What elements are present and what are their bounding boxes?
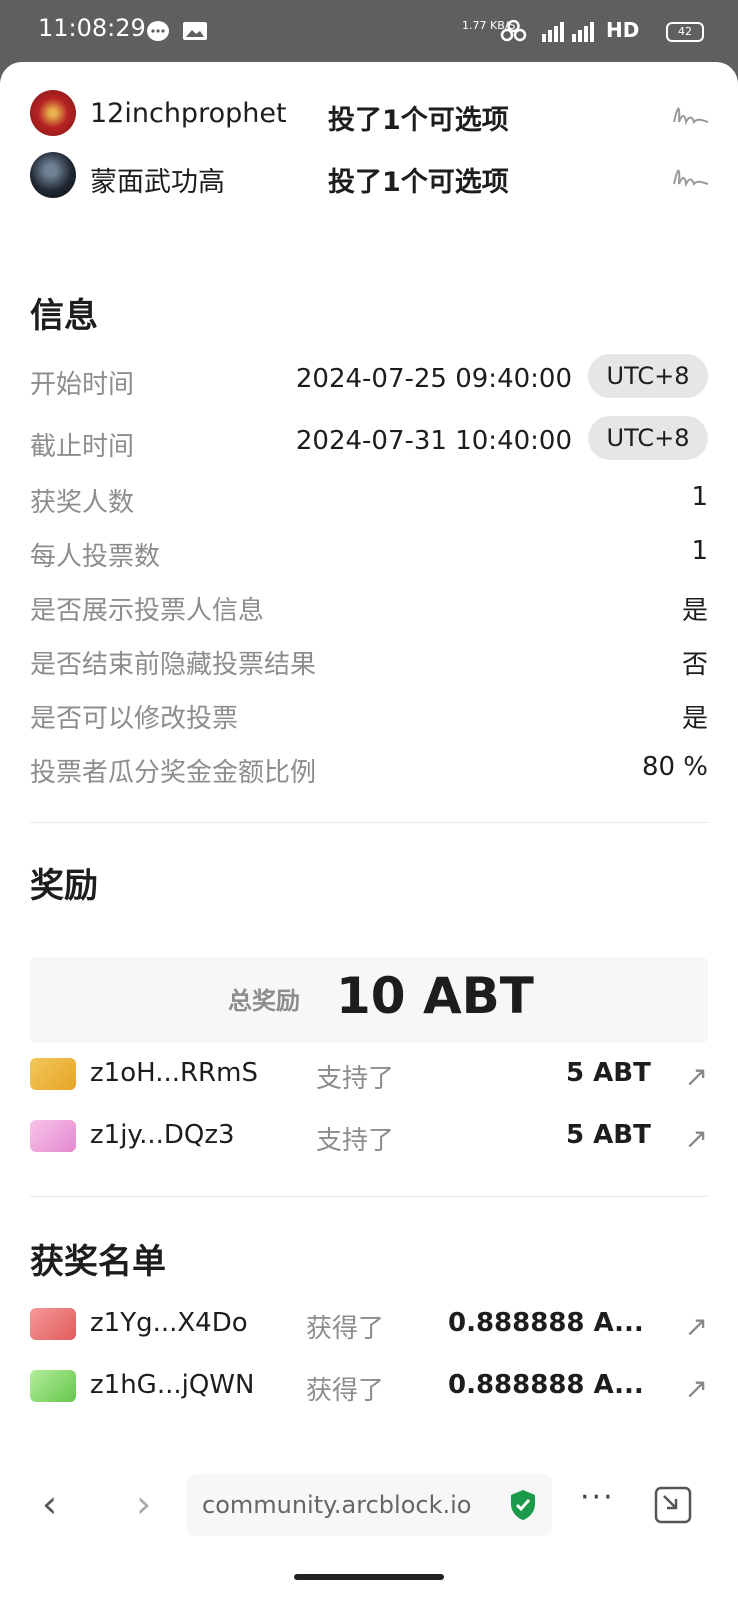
browser-toolbar: ‹ › community.arcblock.io ··· bbox=[0, 1460, 738, 1600]
home-indicator[interactable] bbox=[294, 1574, 444, 1580]
winner-address[interactable]: z1hG...jQWN bbox=[90, 1370, 254, 1400]
supporter-row[interactable]: z1oH...RRmS 支持了 5 ABT ↗ bbox=[30, 1056, 708, 1096]
info-label: 开始时间 bbox=[30, 370, 135, 400]
info-row-start-time: 开始时间 2024-07-25 09:40:00 UTC+8 bbox=[30, 354, 708, 400]
supporter-verb: 支持了 bbox=[316, 1126, 395, 1156]
winner-verb: 获得了 bbox=[306, 1314, 385, 1344]
divider bbox=[30, 822, 708, 823]
avatar bbox=[30, 90, 76, 136]
chat-icon bbox=[147, 21, 169, 41]
signature-icon bbox=[673, 169, 709, 188]
info-value: 2024-07-25 09:40:00 bbox=[295, 364, 572, 394]
voter-action: 投了1个可选项 bbox=[328, 105, 509, 136]
info-row: 获奖人数 1 bbox=[30, 478, 708, 518]
battery-icon: 42 bbox=[666, 22, 704, 42]
timezone-badge: UTC+8 bbox=[588, 354, 708, 398]
external-link-icon[interactable]: ↗ bbox=[685, 1060, 708, 1093]
voter-row[interactable]: 蒙面武功高 投了1个可选项 bbox=[30, 152, 710, 200]
winner-verb: 获得了 bbox=[306, 1376, 385, 1406]
address-avatar bbox=[30, 1120, 76, 1152]
info-row: 是否展示投票人信息 是 bbox=[30, 586, 708, 626]
info-row: 投票者瓜分奖金金额比例 80 % bbox=[30, 748, 708, 788]
info-row: 是否结束前隐藏投票结果 否 bbox=[30, 640, 708, 680]
minimize-window-icon[interactable] bbox=[654, 1486, 694, 1524]
status-bar: 11:08:29 1.77 KB/S HD 42 bbox=[0, 0, 738, 62]
info-value: 是 bbox=[681, 704, 708, 734]
winner-row[interactable]: z1hG...jQWN 获得了 0.888888 A... ↗ bbox=[30, 1368, 708, 1408]
secure-shield-icon bbox=[511, 1490, 535, 1520]
address-avatar bbox=[30, 1058, 76, 1090]
info-heading: 信息 bbox=[30, 296, 98, 336]
supporter-amount: 5 ABT bbox=[566, 1058, 651, 1088]
info-label: 是否可以修改投票 bbox=[30, 704, 239, 734]
info-row: 是否可以修改投票 是 bbox=[30, 694, 708, 734]
info-value: 否 bbox=[681, 650, 708, 680]
hotspot-icon bbox=[500, 20, 527, 42]
info-row-end-time: 截止时间 2024-07-31 10:40:00 UTC+8 bbox=[30, 416, 708, 462]
info-row: 每人投票数 1 bbox=[30, 532, 708, 572]
voter-action: 投了1个可选项 bbox=[328, 167, 509, 198]
winners-heading: 获奖名单 bbox=[30, 1242, 166, 1282]
info-label: 每人投票数 bbox=[30, 542, 161, 572]
address-bar[interactable]: community.arcblock.io bbox=[186, 1474, 552, 1536]
info-label: 是否展示投票人信息 bbox=[30, 596, 265, 626]
winner-address[interactable]: z1Yg...X4Do bbox=[90, 1308, 248, 1338]
address-avatar bbox=[30, 1370, 76, 1402]
rewards-heading: 奖励 bbox=[30, 866, 98, 906]
info-label: 是否结束前隐藏投票结果 bbox=[30, 650, 317, 680]
info-value: 2024-07-31 10:40:00 bbox=[295, 426, 572, 456]
signature-icon bbox=[673, 107, 709, 126]
voter-name: 12inchprophet bbox=[90, 98, 287, 129]
external-link-icon[interactable]: ↗ bbox=[685, 1310, 708, 1343]
winner-amount: 0.888888 A... bbox=[448, 1308, 644, 1338]
back-button[interactable]: ‹ bbox=[42, 1482, 57, 1526]
supporter-row[interactable]: z1jy...DQz3 支持了 5 ABT ↗ bbox=[30, 1118, 708, 1158]
avatar bbox=[30, 152, 76, 198]
address-avatar bbox=[30, 1308, 76, 1340]
url-text[interactable]: community.arcblock.io bbox=[202, 1491, 471, 1519]
info-label: 投票者瓜分奖金金额比例 bbox=[30, 758, 317, 788]
info-label: 截止时间 bbox=[30, 432, 135, 462]
forward-button[interactable]: › bbox=[136, 1482, 151, 1526]
winner-amount: 0.888888 A... bbox=[448, 1370, 644, 1400]
external-link-icon[interactable]: ↗ bbox=[685, 1122, 708, 1155]
more-menu-button[interactable]: ··· bbox=[580, 1480, 615, 1515]
info-value: 1 bbox=[691, 536, 708, 566]
hd-label: HD bbox=[606, 18, 640, 42]
supporter-address[interactable]: z1oH...RRmS bbox=[90, 1058, 258, 1088]
info-value: 1 bbox=[691, 482, 708, 512]
total-reward-box: 总奖励 10 ABT bbox=[30, 957, 708, 1043]
supporter-verb: 支持了 bbox=[316, 1064, 395, 1094]
supporter-amount: 5 ABT bbox=[566, 1120, 651, 1150]
external-link-icon[interactable]: ↗ bbox=[685, 1372, 708, 1405]
total-reward-label: 总奖励 bbox=[228, 987, 300, 1015]
voter-name: 蒙面武功高 bbox=[90, 167, 225, 198]
timezone-badge: UTC+8 bbox=[588, 416, 708, 460]
info-label: 获奖人数 bbox=[30, 488, 135, 518]
divider bbox=[30, 1196, 708, 1197]
info-value: 80 % bbox=[641, 752, 708, 782]
total-reward-amount: 10 ABT bbox=[336, 967, 534, 1025]
info-value: 是 bbox=[681, 596, 708, 626]
content-sheet: 12inchprophet 投了1个可选项 蒙面武功高 投了1个可选项 信息 开… bbox=[0, 62, 738, 1460]
status-time: 11:08:29 bbox=[38, 14, 146, 42]
signal-icon bbox=[542, 22, 594, 42]
supporter-address[interactable]: z1jy...DQz3 bbox=[90, 1120, 235, 1150]
winner-row[interactable]: z1Yg...X4Do 获得了 0.888888 A... ↗ bbox=[30, 1306, 708, 1346]
voter-row[interactable]: 12inchprophet 投了1个可选项 bbox=[30, 90, 710, 138]
image-icon bbox=[183, 22, 207, 40]
